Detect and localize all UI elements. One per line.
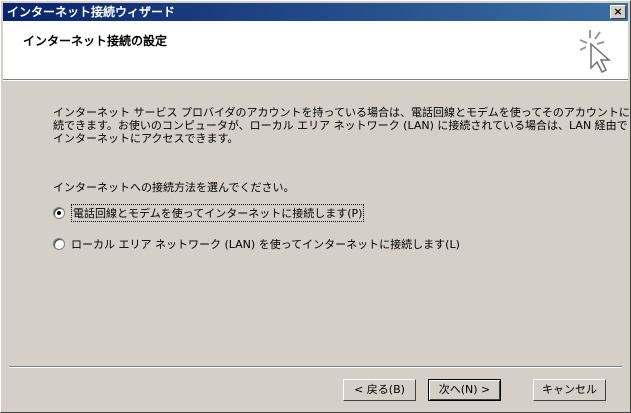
description-text: インターネット サービス プロバイダのアカウントを持っている場合は、電話回線とモ… xyxy=(53,106,631,145)
back-button[interactable]: < 戻る(B) xyxy=(343,379,416,401)
window-title: インターネット接続ウィザード xyxy=(7,5,176,19)
lan-radio[interactable] xyxy=(53,238,65,250)
next-button[interactable]: 次へ(N) > xyxy=(428,379,501,401)
wizard-window: インターネット接続ウィザード × インターネット接続の設定 インターネット サー… xyxy=(0,0,631,413)
description-line: 続できます。お使いのコンピュータが、ローカル エリア ネットワーク (LAN) … xyxy=(53,119,628,132)
modem-radio[interactable] xyxy=(53,207,65,219)
description-line: インターネット サービス プロバイダのアカウントを持っている場合は、電話回線とモ… xyxy=(53,106,631,119)
close-button[interactable]: × xyxy=(610,5,626,19)
description-line: インターネットにアクセスできます。 xyxy=(53,132,239,145)
wizard-cursor-icon xyxy=(579,30,611,74)
title-bar[interactable]: インターネット接続ウィザード × xyxy=(3,3,628,21)
page-title: インターネット接続の設定 xyxy=(23,34,168,48)
connection-prompt: インターネットへの接続方法を選んでください。 xyxy=(53,181,295,194)
cancel-button[interactable]: キャンセル xyxy=(533,379,606,401)
lan-option-label[interactable]: ローカル エリア ネットワーク (LAN) を使ってインターネットに接続します(… xyxy=(71,236,460,252)
header-separator xyxy=(3,80,628,81)
wizard-header: インターネット接続の設定 xyxy=(3,21,628,80)
lan-option[interactable]: ローカル エリア ネットワーク (LAN) を使ってインターネットに接続します(… xyxy=(53,236,460,252)
modem-option[interactable]: 電話回線とモデムを使ってインターネットに接続します(P) xyxy=(53,204,365,222)
bottom-separator xyxy=(9,366,622,368)
modem-option-label[interactable]: 電話回線とモデムを使ってインターネットに接続します(P) xyxy=(71,204,365,222)
